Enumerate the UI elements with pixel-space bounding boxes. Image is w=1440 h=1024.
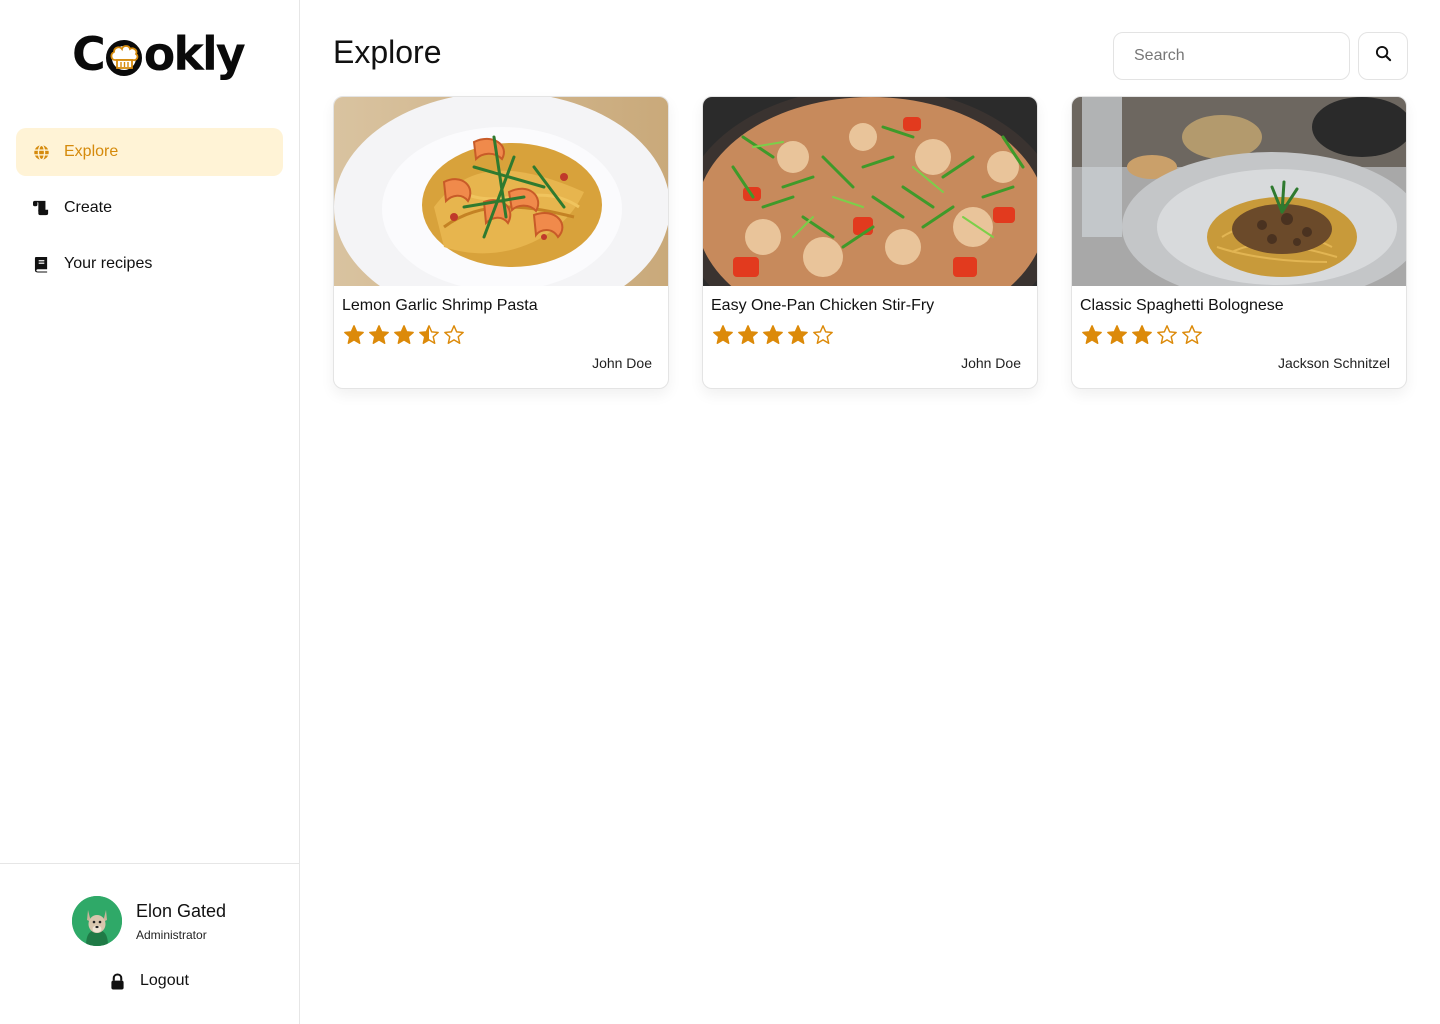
sidebar-item-create[interactable]: Create: [16, 184, 283, 232]
star-full-icon: [344, 325, 364, 344]
search-icon: [1375, 45, 1392, 67]
user-role: Administrator: [136, 927, 207, 942]
rating-stars: [343, 324, 465, 346]
sidebar-item-explore[interactable]: Explore: [16, 128, 283, 176]
lock-icon: [108, 972, 126, 990]
search-button[interactable]: [1358, 32, 1408, 80]
recipe-grid: Lemon Garlic Shrimp Pasta John Doe Easy …: [333, 96, 1407, 389]
page-title: Explore: [333, 34, 442, 70]
recipe-title: Classic Spaghetti Bolognese: [1080, 297, 1284, 314]
rating-stars: [1081, 324, 1203, 346]
scroll-icon: [32, 199, 50, 217]
star-empty-icon: [1182, 325, 1202, 344]
sidebar-footer: Elon Gated Administrator Logout: [0, 863, 299, 1024]
logout-button[interactable]: Logout: [108, 972, 189, 990]
main-content: Explore Search Lemon Garlic Shrimp Pasta…: [300, 0, 1440, 1024]
recipe-author: John Doe: [961, 355, 1021, 371]
star-empty-icon: [813, 325, 833, 344]
user-profile[interactable]: Elon Gated Administrator: [72, 896, 226, 946]
star-empty-icon: [444, 325, 464, 344]
sidebar-item-label: Your recipes: [64, 255, 153, 272]
brand-prefix: C: [72, 27, 106, 81]
sidebar: C okly Explore Create Your recipes Elon …: [0, 0, 300, 1024]
search-input[interactable]: [1113, 32, 1350, 80]
recipe-author: John Doe: [592, 355, 652, 371]
star-full-icon: [1132, 325, 1152, 344]
star-full-icon: [788, 325, 808, 344]
recipe-card[interactable]: Lemon Garlic Shrimp Pasta John Doe: [333, 96, 669, 389]
sidebar-item-label: Create: [64, 199, 113, 216]
recipe-card[interactable]: Easy One-Pan Chicken Stir-Fry John Doe: [702, 96, 1038, 389]
sidebar-item-your-recipes[interactable]: Your recipes: [16, 240, 283, 288]
sidebar-nav: Explore Create Your recipes: [16, 128, 283, 296]
globe-icon: [32, 143, 50, 161]
star-half-icon: [419, 325, 439, 344]
rating-stars: [712, 324, 834, 346]
brand-suffix: okly: [143, 27, 246, 81]
spaghetti-bolognese-photo: [1072, 97, 1406, 286]
brand-logo[interactable]: C okly: [72, 26, 246, 82]
star-full-icon: [1082, 325, 1102, 344]
sidebar-item-label: Explore: [64, 143, 119, 160]
star-empty-icon: [1157, 325, 1177, 344]
star-full-icon: [738, 325, 758, 344]
user-name: Elon Gated: [136, 900, 227, 921]
star-full-icon: [369, 325, 389, 344]
shrimp-pasta-photo: [334, 97, 668, 286]
logout-label: Logout: [140, 972, 189, 989]
recipe-author: Jackson Schnitzel: [1277, 355, 1390, 371]
star-full-icon: [763, 325, 783, 344]
star-full-icon: [713, 325, 733, 344]
star-full-icon: [1107, 325, 1127, 344]
avatar: [72, 896, 122, 946]
star-full-icon: [394, 325, 414, 344]
chef-hat-icon: [105, 32, 143, 76]
chicken-stir-fry-photo: [703, 97, 1037, 286]
recipe-title: Easy One-Pan Chicken Stir-Fry: [711, 297, 935, 314]
recipe-title: Lemon Garlic Shrimp Pasta: [342, 297, 538, 314]
recipe-card[interactable]: Classic Spaghetti Bolognese Jackson Schn…: [1071, 96, 1407, 389]
book-icon: [32, 255, 50, 273]
